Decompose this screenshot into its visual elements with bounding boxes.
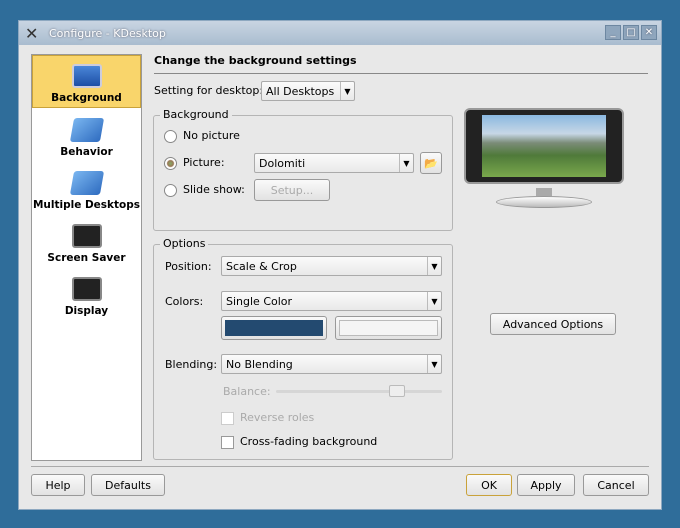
minimize-button[interactable]: _: [605, 25, 621, 40]
checkbox[interactable]: [221, 435, 234, 449]
sidebar-item-label: Background: [51, 92, 122, 104]
desktop-label: Setting for desktop:: [154, 84, 264, 97]
desktop-select[interactable]: All Desktops ▼: [261, 81, 355, 101]
options-group: Options Position: Scale & Crop ▼ Colors: …: [153, 237, 453, 460]
picture-radio[interactable]: Picture:: [164, 156, 225, 170]
radio[interactable]: [164, 183, 177, 197]
monitor-screen: [464, 108, 624, 184]
sidebar-item-label: Display: [64, 305, 109, 317]
behavior-icon: [69, 118, 104, 142]
color-swatch: [339, 320, 438, 336]
defaults-button[interactable]: Defaults: [91, 474, 165, 496]
colors-label: Colors:: [165, 295, 204, 308]
checkbox-label: Cross-fading background: [240, 435, 378, 448]
sidebar: Background Behavior Multiple Desktops Sc…: [31, 54, 142, 461]
radio[interactable]: [164, 156, 177, 170]
cancel-button[interactable]: Cancel: [583, 474, 649, 496]
checkbox[interactable]: [221, 411, 234, 425]
position-select[interactable]: Scale & Crop ▼: [221, 256, 442, 276]
blending-value: No Blending: [226, 357, 293, 371]
colors-select[interactable]: Single Color ▼: [221, 291, 442, 311]
open-file-button[interactable]: 📂: [420, 152, 442, 174]
group-title: Options: [160, 237, 209, 250]
group-title: Background: [160, 108, 232, 121]
monitor-preview: [464, 108, 624, 216]
slider-handle[interactable]: [388, 385, 405, 397]
radio-label: Picture:: [183, 156, 225, 169]
sidebar-item-label: Screen Saver: [47, 252, 126, 264]
display-icon: [71, 277, 102, 301]
sidebar-item-behavior[interactable]: Behavior: [32, 108, 141, 161]
configure-window: ✕ Configure - KDesktop _ □ ✕ Background …: [18, 20, 662, 510]
apply-button[interactable]: Apply: [517, 474, 575, 496]
balance-slider[interactable]: [276, 385, 442, 397]
sidebar-item-display[interactable]: Display: [32, 267, 141, 320]
window-title: Configure - KDesktop: [49, 26, 166, 40]
blending-label: Blending:: [165, 358, 218, 371]
background-icon: [71, 64, 102, 88]
divider: [31, 466, 649, 467]
sidebar-item-label: Multiple Desktops: [32, 199, 141, 211]
close-button[interactable]: ✕: [641, 25, 657, 40]
page-title: Change the background settings: [154, 54, 357, 67]
background-group: Background No picture Picture: Dolomiti ▼…: [153, 108, 453, 231]
position-label: Position:: [165, 260, 212, 273]
picture-select[interactable]: Dolomiti ▼: [254, 153, 414, 173]
kde-logo-icon: ✕: [25, 23, 39, 43]
radio-label: Slide show:: [183, 183, 245, 196]
primary-color-button[interactable]: [221, 316, 327, 340]
radio-label: No picture: [183, 129, 240, 142]
position-value: Scale & Crop: [226, 259, 297, 273]
checkbox-label: Reverse roles: [240, 411, 315, 424]
wallpaper-preview: [482, 115, 606, 177]
sidebar-item-multiple-desktops[interactable]: Multiple Desktops: [32, 161, 141, 214]
advanced-options-button[interactable]: Advanced Options: [490, 313, 616, 335]
sidebar-item-background[interactable]: Background: [32, 55, 141, 108]
setup-button[interactable]: Setup...: [254, 179, 330, 201]
ok-button[interactable]: OK: [466, 474, 512, 496]
secondary-color-button[interactable]: [335, 316, 442, 340]
chevron-down-icon: ▼: [340, 82, 354, 100]
chevron-down-icon: ▼: [427, 292, 441, 310]
reverse-roles-checkbox[interactable]: Reverse roles: [221, 411, 314, 425]
blending-select[interactable]: No Blending ▼: [221, 354, 442, 374]
cross-fading-checkbox[interactable]: Cross-fading background: [221, 435, 377, 449]
chevron-down-icon: ▼: [427, 355, 441, 373]
multiple-desktops-icon: [69, 171, 104, 195]
title-bar[interactable]: ✕ Configure - KDesktop _ □ ✕: [19, 21, 661, 45]
balance-label: Balance:: [223, 385, 271, 398]
screen-saver-icon: [71, 224, 102, 248]
maximize-button[interactable]: □: [623, 25, 639, 40]
chevron-down-icon: ▼: [399, 154, 413, 172]
colors-value: Single Color: [226, 294, 293, 308]
desktop-value: All Desktops: [266, 84, 335, 98]
radio[interactable]: [164, 129, 177, 143]
picture-value: Dolomiti: [259, 156, 306, 170]
divider: [154, 73, 648, 74]
sidebar-item-label: Behavior: [60, 146, 113, 158]
no-picture-radio[interactable]: No picture: [164, 129, 240, 143]
sidebar-item-screen-saver[interactable]: Screen Saver: [32, 214, 141, 267]
slide-show-radio[interactable]: Slide show:: [164, 183, 245, 197]
help-button[interactable]: Help: [31, 474, 85, 496]
folder-open-icon: 📂: [424, 156, 438, 170]
color-swatch: [225, 320, 323, 336]
chevron-down-icon: ▼: [427, 257, 441, 275]
